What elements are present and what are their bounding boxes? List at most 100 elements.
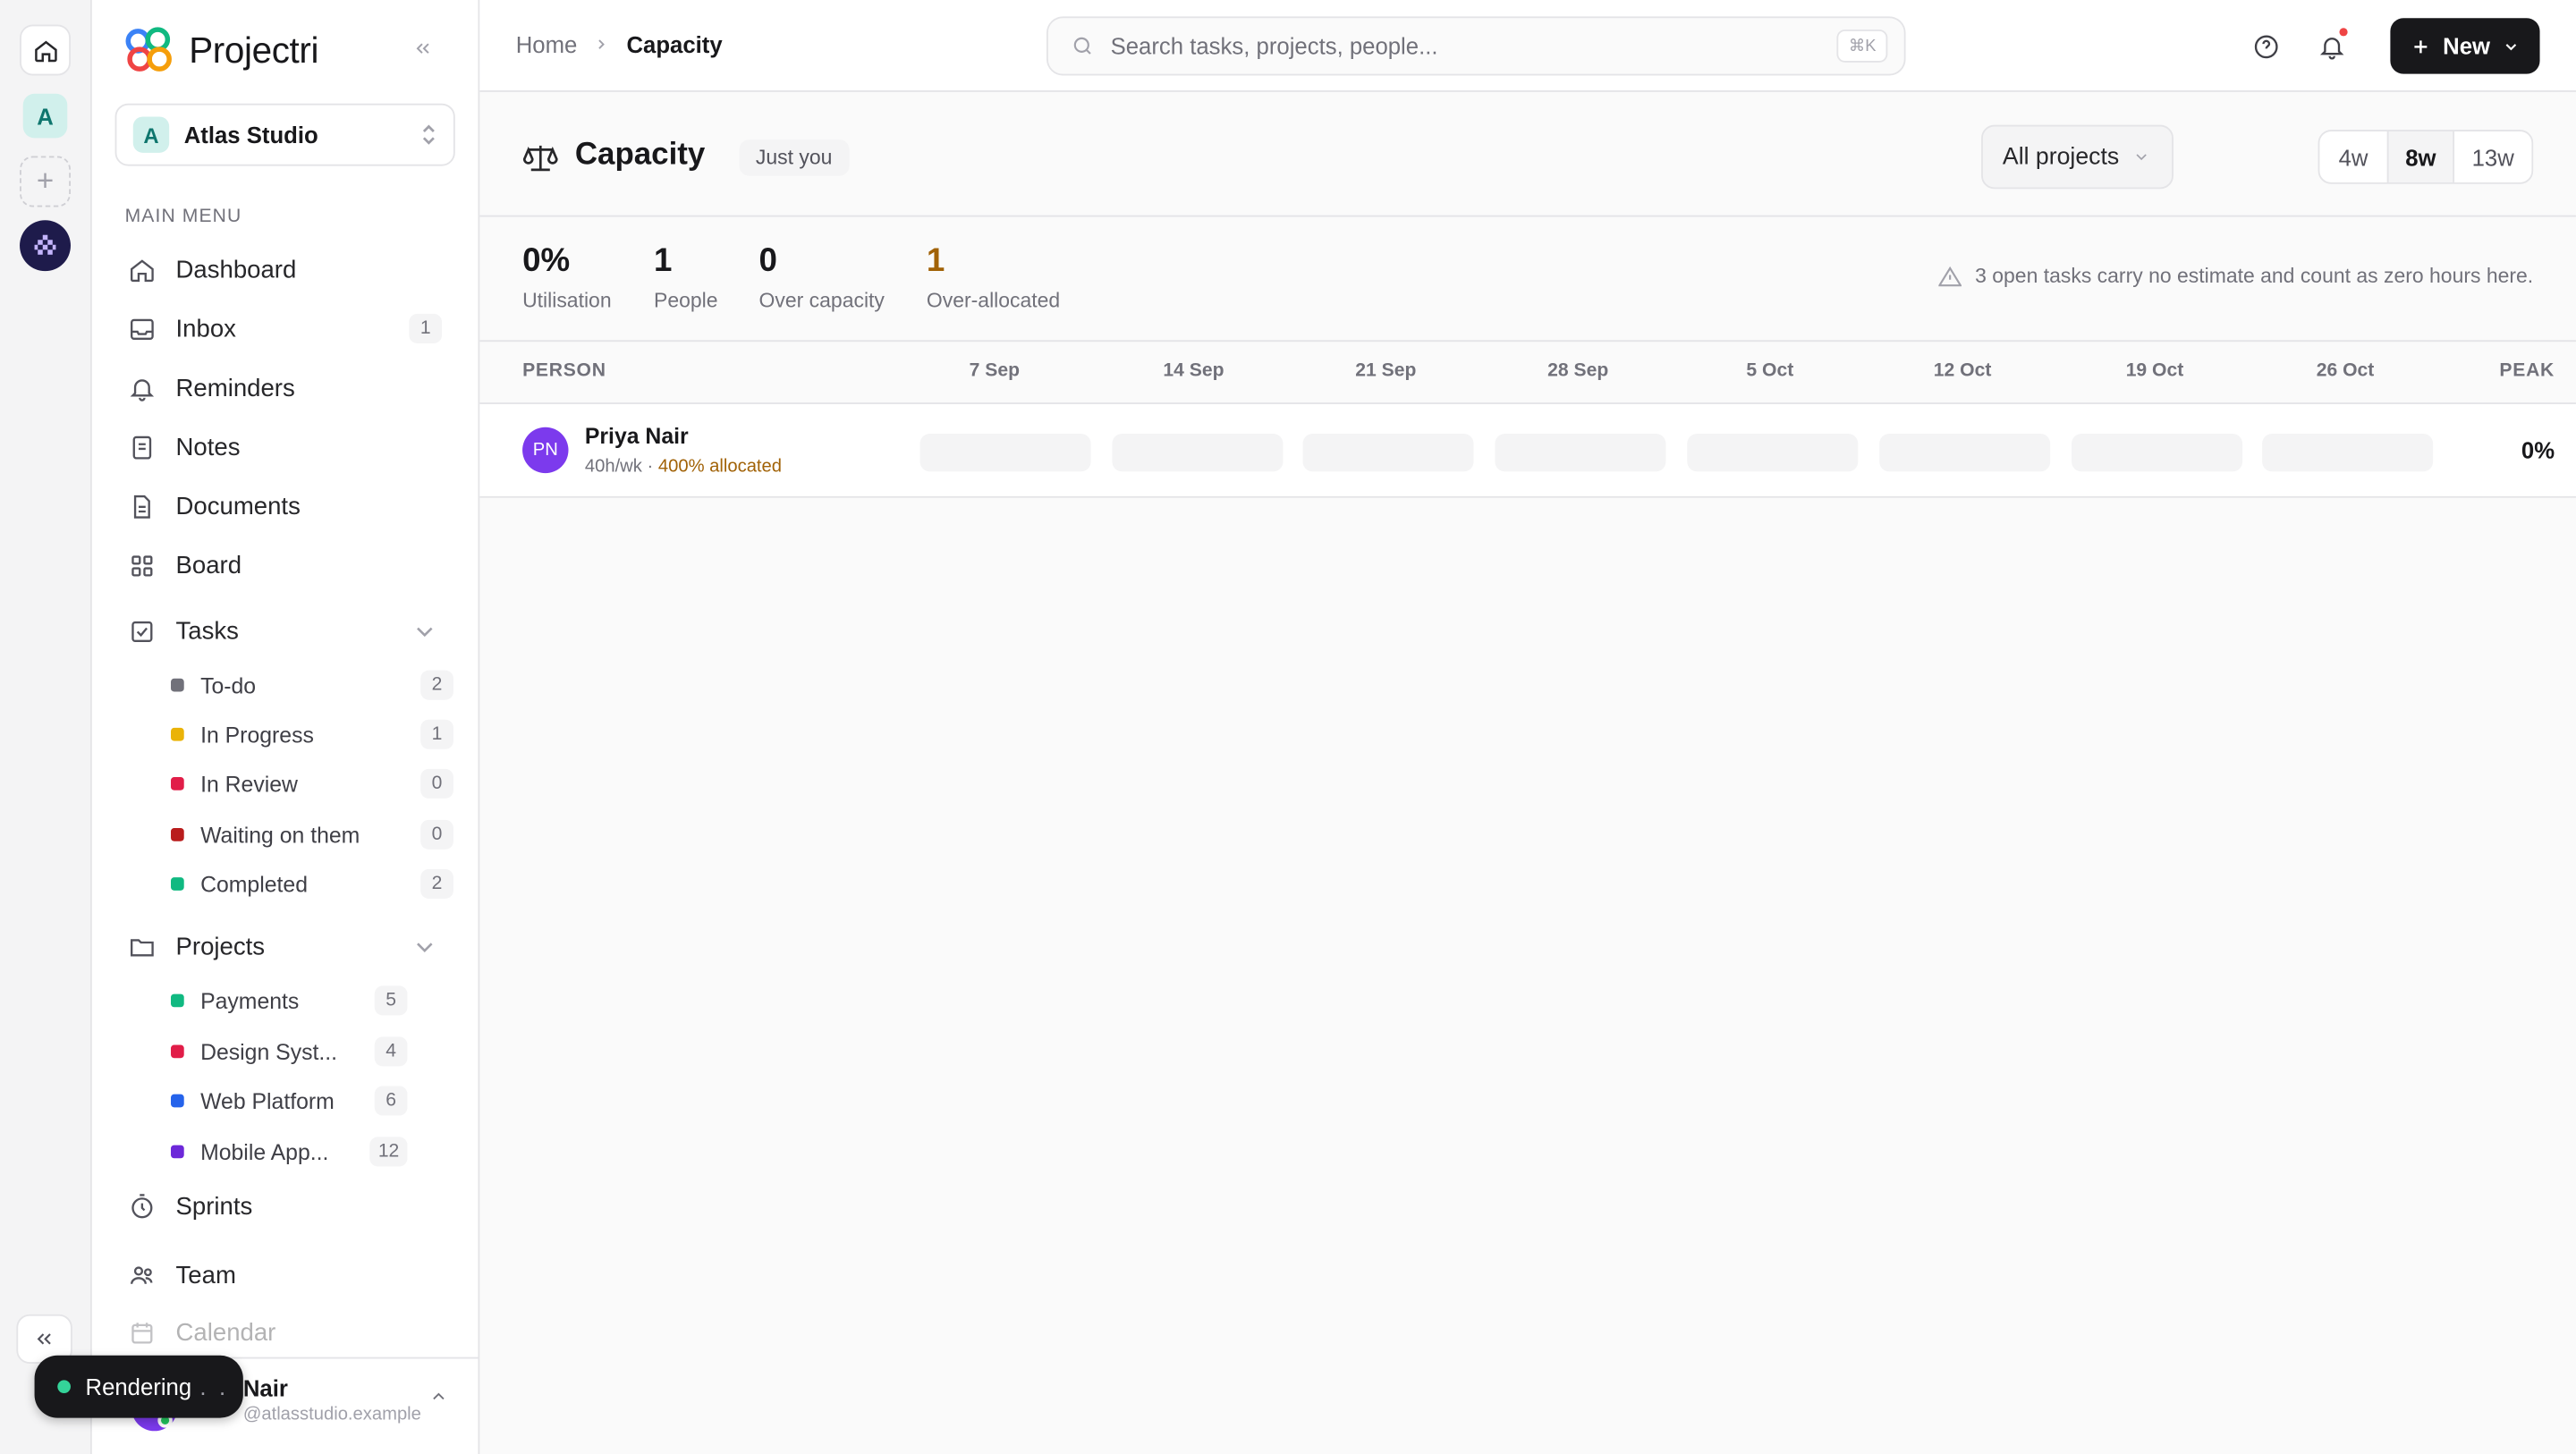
- calendar-icon: [131, 1322, 153, 1343]
- search-icon: [1073, 37, 1091, 55]
- rail-app-avatar[interactable]: [20, 220, 71, 272]
- range-option-13w[interactable]: 13w: [2454, 131, 2531, 182]
- sidebar-item-projects[interactable]: Projects: [115, 920, 455, 973]
- sidebar-item-label: Board: [175, 551, 242, 579]
- inbox-icon: [130, 317, 154, 340]
- task-status-in-progress[interactable]: In Progress 1: [171, 712, 453, 757]
- sidebar-item-label: Tasks: [175, 616, 239, 646]
- status-count: 2: [420, 670, 453, 700]
- chevron-down-icon[interactable]: [411, 933, 438, 960]
- week-cell[interactable]: [1112, 434, 1284, 472]
- sidebar: Projectri A Atlas Studio MAIN MENU Dashb…: [91, 0, 480, 1454]
- week-cell[interactable]: [1879, 434, 2051, 472]
- project-count: 4: [374, 1036, 408, 1067]
- column-header-peak: PEAK: [2499, 361, 2555, 382]
- chevron-down-icon: [2505, 43, 2516, 50]
- column-header-person: PERSON: [522, 361, 606, 382]
- search-input[interactable]: Search tasks, projects, people... ⌘K: [1046, 16, 1906, 76]
- notifications-button[interactable]: [2313, 28, 2349, 63]
- sidebar-item-calendar[interactable]: Calendar: [115, 1306, 455, 1359]
- sidebar-item-label: Sprints: [175, 1191, 253, 1221]
- project-item-mobile-app[interactable]: Mobile App... 12: [171, 1129, 408, 1174]
- project-count: 5: [374, 985, 408, 1016]
- table-row[interactable]: PN Priya Nair 40h/wk · 400% allocated 0%: [479, 403, 2576, 498]
- person-name[interactable]: Priya Nair: [585, 424, 689, 449]
- meta-separator: ·: [641, 456, 658, 477]
- sidebar-item-board[interactable]: Board: [115, 539, 455, 592]
- project-item-web-platform[interactable]: Web Platform 6: [171, 1078, 408, 1123]
- status-dot: [171, 827, 184, 841]
- task-status-completed[interactable]: Completed 2: [171, 861, 453, 907]
- projectri-logo-icon: [125, 27, 172, 72]
- new-button-label: New: [2443, 32, 2491, 60]
- week-cell[interactable]: [1495, 434, 1666, 472]
- stat-value: 0: [758, 242, 777, 280]
- status-label: Completed: [200, 871, 309, 897]
- breadcrumb-current: Capacity: [626, 30, 723, 58]
- week-cell[interactable]: [919, 434, 1091, 472]
- rail-add-workspace-button[interactable]: +: [20, 156, 71, 207]
- stat-people: 1 People: [654, 243, 718, 312]
- range-option-4w[interactable]: 4w: [2319, 131, 2386, 182]
- rail-workspace-button[interactable]: A: [22, 93, 68, 139]
- person-meta: 40h/wk · 400% allocated: [585, 457, 782, 477]
- task-status-waiting[interactable]: Waiting on them 0: [171, 812, 453, 858]
- sidebar-item-tasks[interactable]: Tasks: [115, 604, 455, 657]
- breadcrumb-home-link[interactable]: Home: [516, 31, 578, 57]
- status-dot: [171, 777, 184, 790]
- help-circle-icon: [2253, 34, 2277, 58]
- sidebar-item-reminders[interactable]: Reminders: [115, 361, 455, 414]
- table-header: PERSON 7 Sep 14 Sep 21 Sep 28 Sep 5 Oct …: [479, 342, 2576, 404]
- app-logo[interactable]: Projectri: [123, 26, 318, 75]
- sidebar-item-sprints[interactable]: Sprints: [115, 1179, 455, 1232]
- sidebar-item-team[interactable]: Team: [115, 1248, 455, 1301]
- project-item-payments[interactable]: Payments 5: [171, 977, 408, 1023]
- person-avatar: PN: [522, 427, 569, 474]
- status-dot: [171, 678, 184, 692]
- rendering-toast: Rendering . .: [34, 1355, 243, 1418]
- week-cell[interactable]: [2072, 434, 2243, 472]
- status-label: In Review: [200, 771, 298, 797]
- help-button[interactable]: [2248, 28, 2284, 63]
- project-label: Mobile App...: [200, 1139, 329, 1164]
- column-header-week: 14 Sep: [1163, 361, 1224, 382]
- sidebar-item-inbox[interactable]: Inbox 1: [115, 302, 455, 355]
- range-option-8w[interactable]: 8w: [2386, 131, 2455, 182]
- chevron-down-icon: [2136, 154, 2147, 161]
- sidebar-item-dashboard[interactable]: Dashboard: [115, 243, 455, 296]
- project-label: Payments: [200, 988, 300, 1013]
- sidebar-item-documents[interactable]: Documents: [115, 479, 455, 532]
- chevron-right-icon: [598, 39, 606, 49]
- chevron-down-icon[interactable]: [411, 617, 438, 645]
- stat-label: People: [654, 289, 718, 313]
- task-status-in-review[interactable]: In Review 0: [171, 761, 453, 807]
- project-count: 6: [374, 1086, 408, 1116]
- week-cell[interactable]: [1687, 434, 1859, 472]
- rail-home-button[interactable]: [20, 24, 71, 76]
- column-header-week: 26 Oct: [2316, 361, 2375, 382]
- bell-icon: [130, 378, 155, 401]
- breadcrumb: Home Capacity: [516, 31, 723, 57]
- sidebar-item-notes[interactable]: Notes: [115, 420, 455, 473]
- task-status-todo[interactable]: To-do 2: [171, 662, 453, 707]
- note-icon: [132, 435, 152, 459]
- status-count: 2: [420, 868, 453, 900]
- sidebar-item-label: Reminders: [175, 373, 295, 402]
- project-item-design-system[interactable]: Design Syst... 4: [171, 1028, 408, 1074]
- project-filter-select[interactable]: All projects: [1981, 124, 2174, 190]
- stat-over-allocated: 1 Over-allocated: [927, 243, 1060, 312]
- scope-badge: Just you: [739, 139, 849, 176]
- plus-icon: +: [36, 164, 55, 198]
- collapse-sidebar-button[interactable]: [412, 38, 434, 63]
- stat-value: 0%: [522, 242, 571, 280]
- person-allocation: 400% allocated: [657, 456, 783, 477]
- week-cell[interactable]: [1302, 434, 1474, 472]
- sidebar-item-label: Calendar: [175, 1318, 276, 1347]
- new-button[interactable]: New: [2390, 18, 2540, 74]
- week-cell[interactable]: [2262, 434, 2434, 472]
- chevron-up-icon: [433, 1392, 445, 1400]
- page-header: Capacity Just you All projects 4w 8w 13w: [479, 92, 2576, 217]
- workspace-avatar: A: [132, 116, 170, 153]
- status-label: In Progress: [200, 722, 314, 748]
- workspace-switcher[interactable]: A Atlas Studio: [114, 103, 455, 166]
